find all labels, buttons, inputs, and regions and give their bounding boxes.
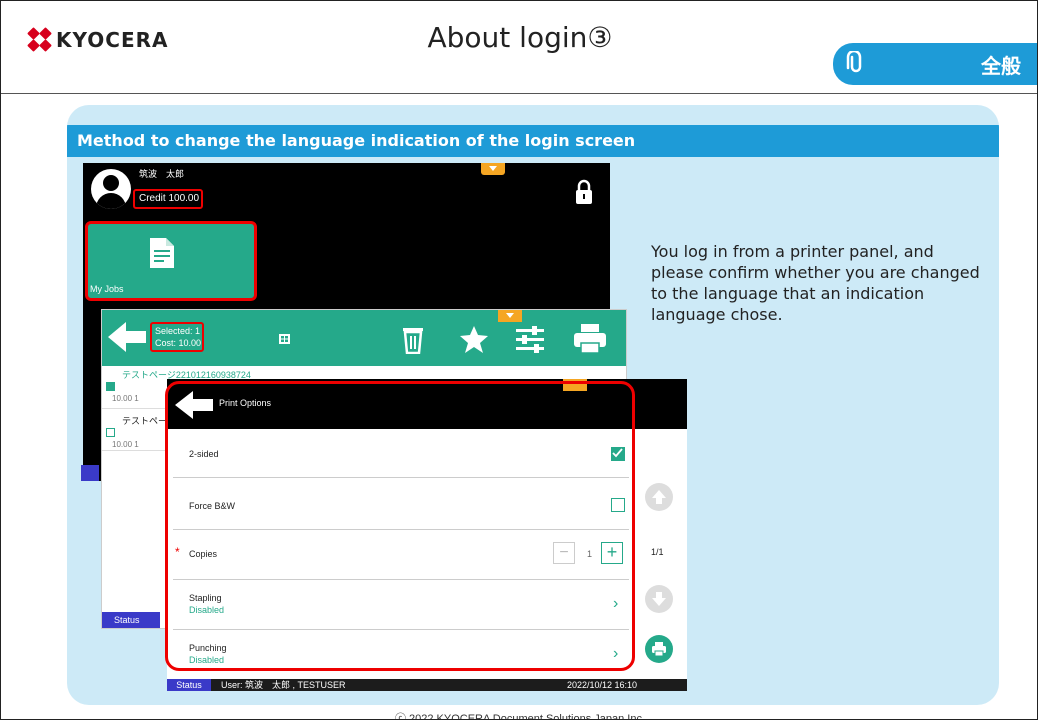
- user-name: 筑波 太郎: [139, 169, 185, 179]
- selected-count: Selected: 1: [155, 326, 201, 336]
- status-button[interactable]: Status: [167, 679, 211, 691]
- credit-display: Credit 100.00: [133, 189, 203, 209]
- status-strip: [81, 465, 99, 481]
- slide: KYOCERA About login③ 全般 Method to change…: [0, 0, 1038, 720]
- job-checkbox[interactable]: [106, 428, 115, 437]
- job-cost: 10.00 1: [112, 440, 139, 449]
- job-checkbox[interactable]: [106, 382, 115, 391]
- job-title: テストペー: [122, 416, 168, 426]
- back-arrow-icon[interactable]: [108, 322, 146, 352]
- pull-down-tab[interactable]: [498, 310, 522, 322]
- category-label: 全般: [981, 54, 1021, 78]
- print-icon: [652, 642, 666, 657]
- category-tag: 全般: [833, 43, 1037, 85]
- my-jobs-label: My Jobs: [90, 284, 124, 294]
- page-indicator: 1/1: [651, 547, 664, 557]
- my-jobs-tile[interactable]: My Jobs: [85, 221, 257, 301]
- slide-header: KYOCERA About login③ 全般: [1, 1, 1037, 94]
- instruction-text: You log in from a printer panel, and ple…: [651, 242, 980, 324]
- delete-icon[interactable]: [400, 324, 426, 354]
- logged-in-user: User: 筑波 太郎 , TESTUSER: [221, 680, 346, 690]
- scroll-up-button[interactable]: [645, 483, 673, 511]
- grid-view-icon[interactable]: [278, 324, 292, 354]
- highlight-box: [165, 381, 635, 671]
- pull-down-tab[interactable]: [481, 163, 505, 175]
- status-datetime: 2022/10/12 16:10: [567, 680, 638, 690]
- status-button[interactable]: Status: [102, 612, 160, 628]
- favorite-star-icon[interactable]: [460, 324, 492, 354]
- panel-heading: Method to change the language indication…: [77, 131, 636, 150]
- panel-heading-bar: Method to change the language indication…: [67, 125, 999, 157]
- selection-summary: Selected: 1 Cost: 10.00: [150, 322, 204, 352]
- cost-total: Cost: 10.00: [155, 338, 202, 348]
- print-button[interactable]: [645, 635, 673, 663]
- job-list-toolbar: Selected: 1 Cost: 10.00: [102, 310, 626, 366]
- status-bar: Status User: 筑波 太郎 , TESTUSER 2022/10/12…: [167, 679, 687, 691]
- paperclip-icon: [846, 51, 862, 73]
- settings-sliders-icon[interactable]: [514, 324, 546, 354]
- lock-icon[interactable]: [573, 179, 595, 205]
- job-cost: 10.00 1: [112, 394, 139, 403]
- print-icon[interactable]: [572, 324, 608, 354]
- copyright-footer: ⓒ 2022 KYOCERA Document Solutions Japan …: [394, 713, 646, 720]
- user-avatar-icon: [91, 169, 131, 209]
- scroll-down-button[interactable]: [645, 585, 673, 613]
- document-icon: [150, 238, 174, 268]
